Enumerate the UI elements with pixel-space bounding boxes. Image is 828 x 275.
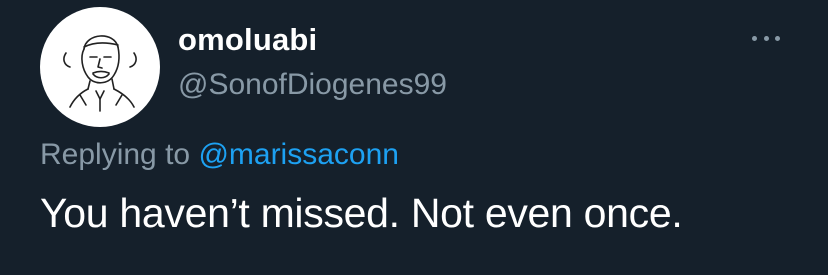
replying-to-line: Replying to @marissaconn	[40, 138, 399, 172]
author-avatar[interactable]	[40, 7, 160, 127]
author-handle[interactable]: @SonofDiogenes99	[178, 68, 447, 102]
replying-to-label: Replying to	[40, 138, 199, 171]
tweet-body-text: You haven’t missed. Not even once.	[40, 190, 683, 236]
more-dot	[763, 35, 769, 41]
reply-mention-link[interactable]: @marissaconn	[198, 138, 399, 171]
more-dot	[752, 35, 757, 41]
more-horizontal-icon[interactable]	[752, 34, 780, 42]
more-dot	[775, 35, 780, 41]
author-display-name[interactable]: omoluabi	[178, 22, 317, 58]
sketch-portrait-avatar-icon	[63, 35, 137, 112]
